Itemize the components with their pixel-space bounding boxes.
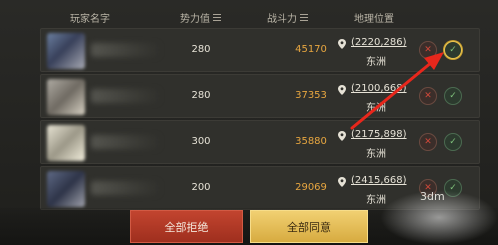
table-row: 300 35880 (2175,898) 东洲 ✕ ✓ [40,120,480,164]
accept-button[interactable]: ✓ [444,41,462,59]
power-value: 300 [191,136,211,147]
table-row: 280 45170 (2220,286) 东洲 ✕ ✓ [40,28,480,72]
check-icon: ✓ [449,137,457,147]
avatar[interactable] [47,79,85,115]
location-pin-icon [338,177,346,187]
watermark: 3dm [420,190,445,203]
table-header: 玩家名字 势力值 战斗力 地理位置 [40,8,470,26]
location-pin-icon [338,85,346,95]
combat-value: 35880 [295,136,327,147]
member-request-panel: 玩家名字 势力值 战斗力 地理位置 280 45170 (2220,286) 东… [0,0,498,245]
location-coords-link[interactable]: (2220,286) [351,37,407,48]
combat-value: 45170 [295,44,327,55]
header-combat[interactable]: 战斗力 [267,10,308,25]
check-icon: ✓ [449,91,457,101]
reject-all-button[interactable]: 全部拒绝 [130,210,243,243]
reject-button[interactable]: ✕ [419,41,437,59]
region-name: 东洲 [366,149,386,160]
player-name-blurred [91,181,161,195]
location-pin-icon [338,131,346,141]
avatar[interactable] [47,171,85,207]
header-location: 地理位置 [354,14,394,25]
header-player-name: 玩家名字 [70,14,110,25]
region-name: 东洲 [366,103,386,114]
accept-button[interactable]: ✓ [444,87,462,105]
combat-value: 37353 [295,90,327,101]
close-icon: ✕ [424,91,432,101]
location-coords-link[interactable]: (2100,668) [351,83,407,94]
location-pin-icon [338,39,346,49]
sort-icon[interactable] [300,14,308,21]
combat-value: 29069 [295,182,327,193]
sort-icon[interactable] [213,14,221,21]
avatar[interactable] [47,125,85,161]
avatar[interactable] [47,33,85,69]
power-value: 280 [191,90,211,101]
close-icon: ✕ [424,45,432,55]
player-name-blurred [91,89,161,103]
power-value: 200 [191,182,211,193]
location-coords-link[interactable]: (2175,898) [351,129,407,140]
table-row: 280 37353 (2100,668) 东洲 ✕ ✓ [40,74,480,118]
reject-button[interactable]: ✕ [419,87,437,105]
player-name-blurred [91,135,161,149]
check-icon: ✓ [449,45,457,55]
power-value: 280 [191,44,211,55]
header-power[interactable]: 势力值 [180,10,221,25]
accept-button[interactable]: ✓ [444,133,462,151]
close-icon: ✕ [424,137,432,147]
region-name: 东洲 [366,57,386,68]
player-name-blurred [91,43,161,57]
location-coords-link[interactable]: (2415,668) [351,175,407,186]
reject-button[interactable]: ✕ [419,133,437,151]
accept-all-button[interactable]: 全部同意 [250,210,368,243]
